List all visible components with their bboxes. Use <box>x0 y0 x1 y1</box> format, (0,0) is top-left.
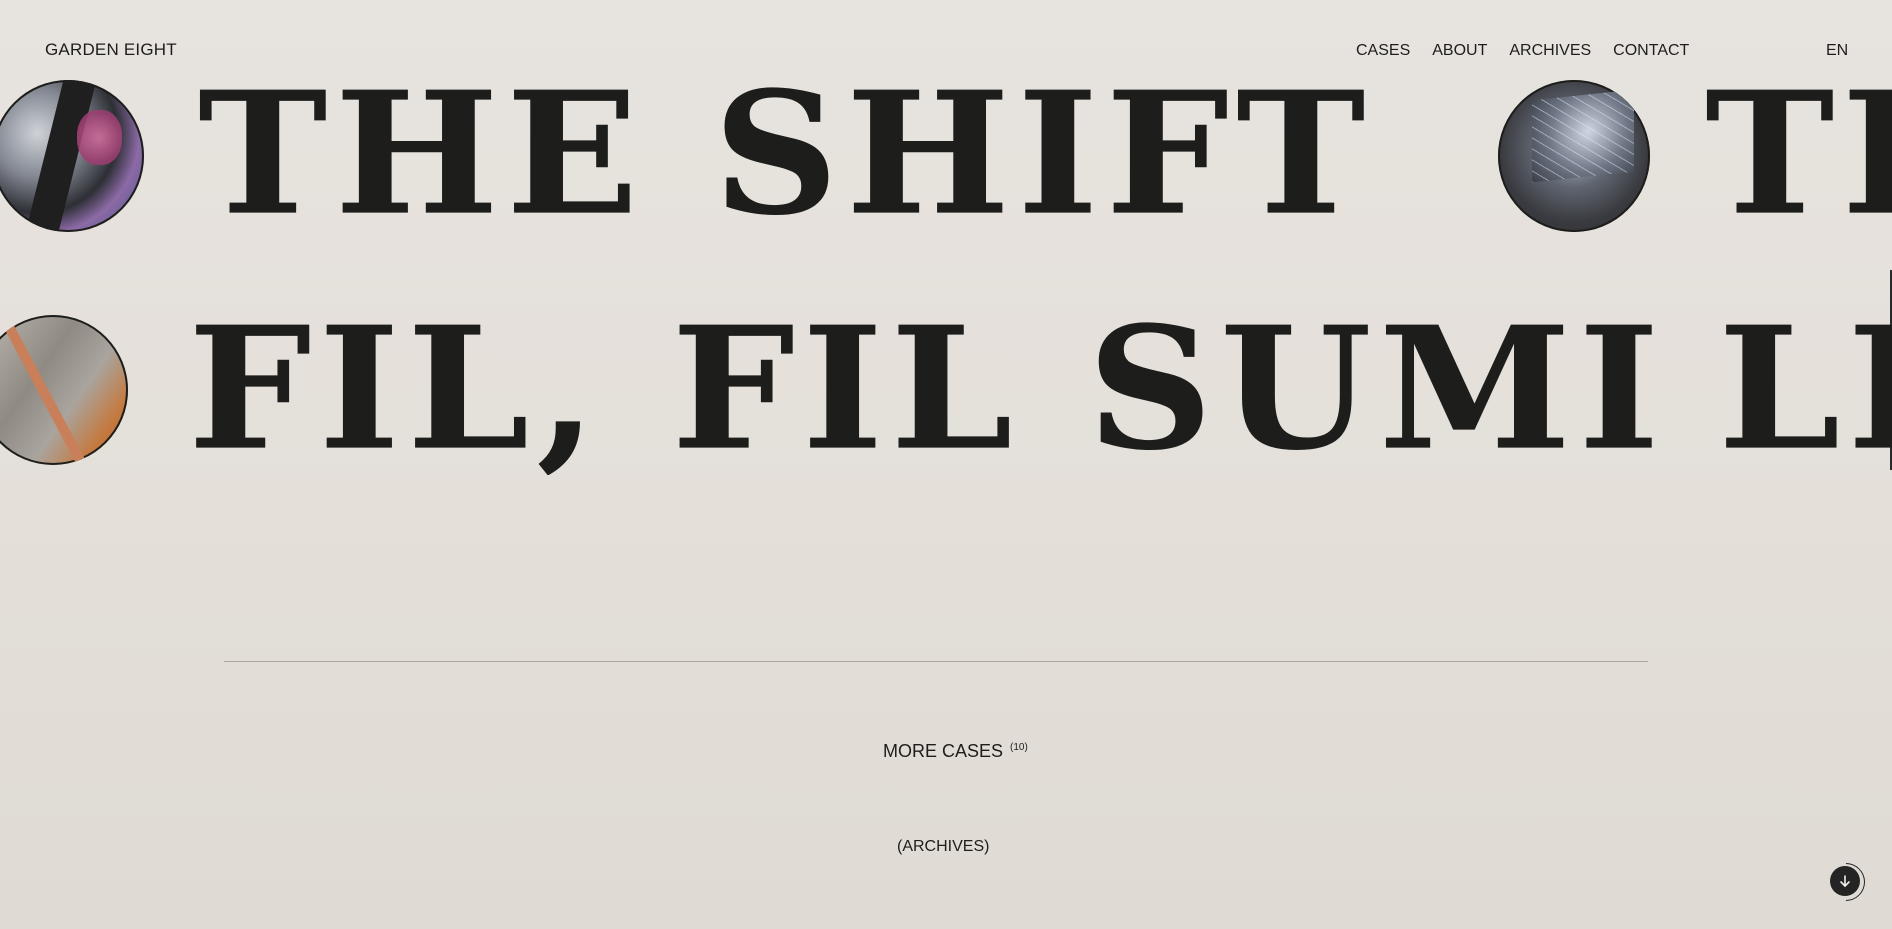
main-navigation: CASES ABOUT ARCHIVES CONTACT <box>1356 42 1689 60</box>
more-cases-label: MORE CASES <box>883 741 1004 761</box>
car-image[interactable] <box>0 80 144 232</box>
nav-cases[interactable]: CASES <box>1356 42 1410 60</box>
headline-the-shift: THE SHIFT <box>198 70 1373 240</box>
scroll-down-button[interactable] <box>1830 866 1860 896</box>
language-switcher[interactable]: EN <box>1826 42 1848 60</box>
divider-line <box>224 661 1648 662</box>
marquee-track: THE SHIFT TH <box>0 70 1892 240</box>
headline-fil-fil-sumi: FIL, FIL SUMI <box>188 305 1667 475</box>
logo[interactable]: GARDEN EIGHT <box>45 40 177 60</box>
more-cases-count: (10) <box>1010 742 1028 753</box>
marquee-row-1: THE SHIFT TH <box>0 70 1892 240</box>
archives-link[interactable]: (ARCHIVES) <box>897 838 989 856</box>
nav-contact[interactable]: CONTACT <box>1613 42 1689 60</box>
marquee-row-2: FIL, FIL SUMI LI <box>0 305 1892 475</box>
arrow-down-icon <box>1837 873 1853 889</box>
projection-image[interactable] <box>1498 80 1650 232</box>
chair-image[interactable] <box>0 315 128 465</box>
headline-the-shift-repeat: TH <box>1705 70 1892 240</box>
nav-about[interactable]: ABOUT <box>1432 42 1487 60</box>
headline-fil-fil-sumi-repeat: LI <box>1718 305 1892 475</box>
more-cases-link[interactable]: MORE CASES (10) <box>883 741 1028 762</box>
marquee-track: FIL, FIL SUMI LI <box>0 305 1892 475</box>
nav-archives[interactable]: ARCHIVES <box>1509 42 1591 60</box>
